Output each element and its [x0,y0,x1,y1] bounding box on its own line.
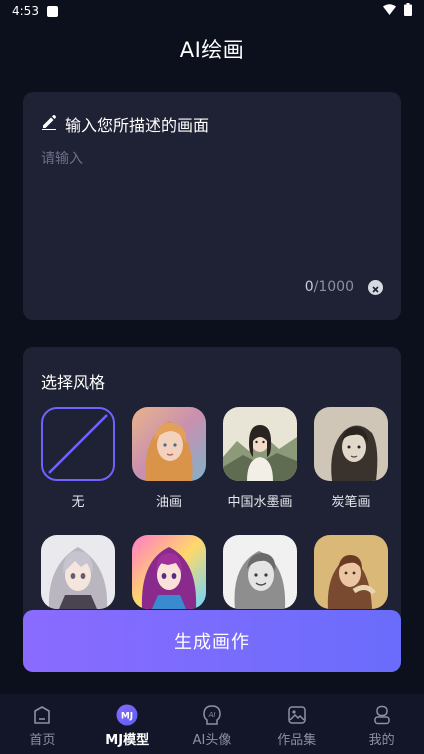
gallery-icon [286,704,308,726]
prompt-input[interactable] [41,148,381,298]
prompt-card: 输入您所描述的画面 0/1000 [23,92,401,320]
style-option-oil[interactable]: 油画 [132,407,206,510]
char-count-max: /1000 [313,279,354,295]
bottom-nav: 首页 MJ MJ模型 AI AI头像 作品集 我的 [0,694,424,754]
profile-icon [371,704,393,726]
style-option-anime[interactable] [41,535,115,619]
generate-button[interactable]: 生成画作 [23,610,401,672]
style-label: 油画 [155,495,182,510]
char-count-current: 0 [304,279,314,295]
nav-label: AI头像 [192,733,232,748]
nav-item-home[interactable]: 首页 [7,704,77,748]
nav-item-gallery[interactable]: 作品集 [262,704,332,748]
clear-button[interactable] [368,280,383,295]
home-icon [31,704,53,726]
style-label: 无 [71,495,85,510]
ink-painting-thumbnail [223,407,297,481]
page-title: AI绘画 [179,38,245,62]
style-option-charcoal[interactable]: 炭笔画 [314,407,388,510]
anime-thumbnail [41,535,115,609]
battery-icon [404,3,412,19]
pencil-icon [41,114,57,134]
nav-label: 作品集 [277,733,317,748]
ai-avatar-icon: AI [201,704,223,726]
prompt-heading-text: 输入您所描述的画面 [65,116,210,135]
style-label: 炭笔画 [331,495,371,510]
status-bar: 4:53 [0,0,424,22]
style-option-vintage[interactable] [314,535,388,619]
mj-badge-text: MJ [121,712,133,722]
charcoal-thumbnail [314,407,388,481]
sketch-thumbnail [223,535,297,609]
none-slash-icon [41,407,115,481]
svg-text:AI: AI [208,711,216,719]
style-option-ink[interactable]: 中国水墨画 [223,407,297,510]
nav-item-mj-model[interactable]: MJ MJ模型 [92,704,162,748]
notification-icon [46,5,58,17]
style-label: 中国水墨画 [227,495,293,510]
nav-item-profile[interactable]: 我的 [347,704,417,748]
prompt-heading: 输入您所描述的画面 [41,112,209,136]
status-time: 4:53 [12,4,39,18]
close-icon [372,278,379,297]
style-heading: 选择风格 [41,373,106,392]
oil-painting-thumbnail [132,407,206,481]
nav-label: 我的 [368,733,395,748]
vintage-thumbnail [314,535,388,609]
nav-label: 首页 [29,733,56,748]
nav-item-ai-avatar[interactable]: AI AI头像 [177,704,247,748]
style-option-sketch[interactable] [223,535,297,619]
nav-label: MJ模型 [105,733,150,748]
colorful-anime-thumbnail [132,535,206,609]
style-option-none[interactable]: 无 [41,407,115,510]
mj-icon: MJ [116,704,138,726]
style-option-colorful-anime[interactable] [132,535,206,619]
wifi-icon [383,4,396,18]
char-counter: 0/1000 [305,279,354,295]
style-card: 选择风格 无 油画 中国水墨画 炭笔画 [23,347,401,647]
